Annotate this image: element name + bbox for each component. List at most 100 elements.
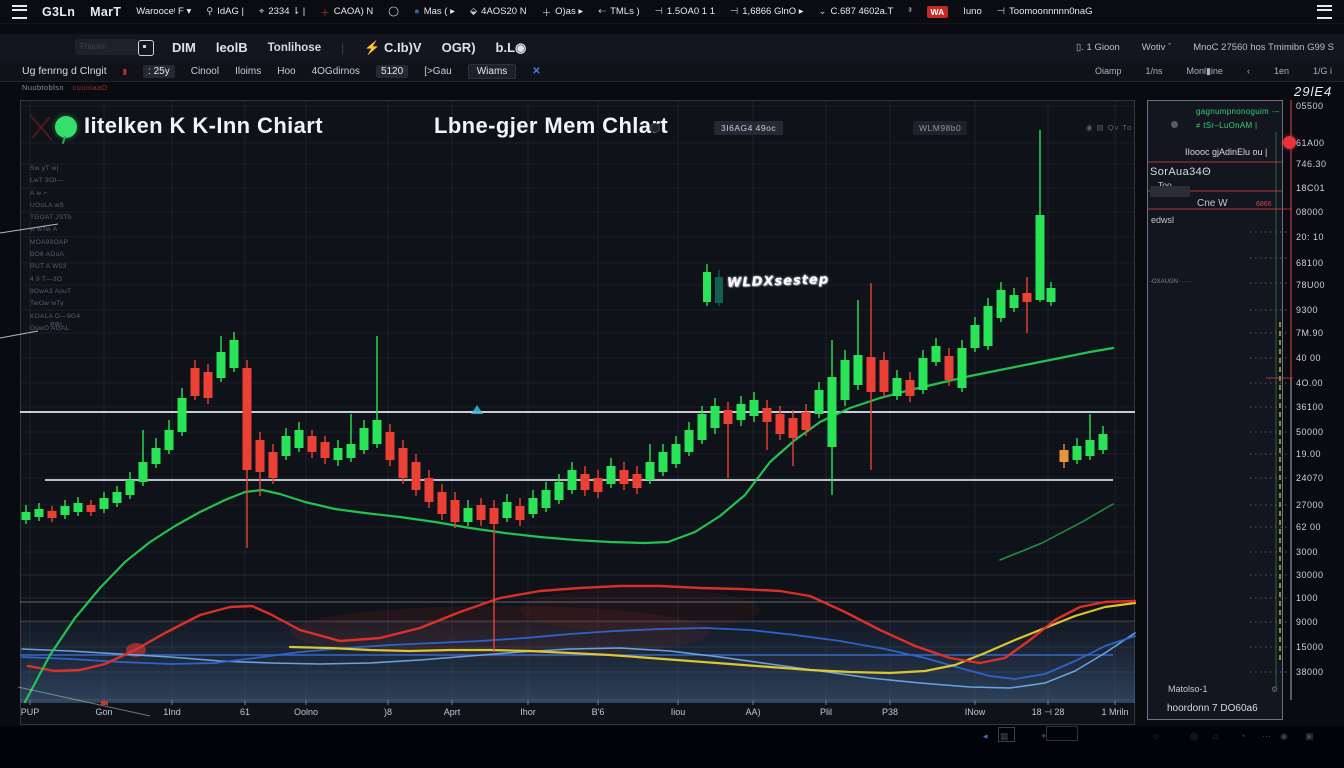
menu-item-label: O)as ▸ (555, 6, 583, 17)
x-axis-label: Oolno (294, 707, 318, 717)
menu-item[interactable]: Warooceᵎ F ▾ (136, 6, 191, 17)
menu-item[interactable]: ⊣1.5OA0 1 1 (655, 6, 715, 17)
menu-item[interactable]: Iuno (963, 6, 982, 17)
bottom-icon[interactable]: ▣ (1305, 731, 1314, 742)
price-label: 4O.00 (1296, 378, 1323, 388)
x-axis-label: 18 ⊣ 28 (1032, 707, 1065, 718)
tab-item[interactable]: : 25y (143, 65, 175, 78)
price-label: 20: 10 (1296, 232, 1324, 242)
chart-corner-controls[interactable]: ◉ ▤ Qv To (1086, 123, 1132, 132)
menu-icon: ⊣ (730, 6, 738, 17)
tab-right-item[interactable]: ‹ (1247, 66, 1250, 76)
sidebar-dot-icon (1171, 121, 1178, 128)
bottom-icon[interactable]: ◂ (983, 731, 988, 742)
toolbar-status-item[interactable]: Wotiv ˇ (1142, 42, 1171, 53)
menu-item[interactable]: WA (927, 6, 949, 18)
menu-item-label: MarT (90, 5, 121, 19)
tab-right-item[interactable]: 1en (1274, 66, 1289, 76)
menu-item[interactable]: ³ (908, 6, 911, 17)
tab-item[interactable]: Hoo (277, 66, 295, 77)
gear-icon[interactable]: ⚙ (1271, 685, 1278, 694)
bottom-icon[interactable]: ⋯ (1262, 731, 1271, 742)
bottom-icon[interactable]: ◉ (1280, 731, 1288, 742)
tab-item[interactable]: Wiams (468, 64, 517, 79)
search-icon[interactable] (138, 40, 154, 56)
sidebar-chip[interactable] (1150, 186, 1190, 197)
tab-item[interactable]: [>Gau (424, 66, 452, 77)
menu-item[interactable]: ⌄C.687 4602a.T (819, 6, 894, 17)
hamburger-menu-icon[interactable] (12, 5, 27, 19)
tab-right-item[interactable]: Monl▮ine (1186, 66, 1222, 77)
legend-row: UOoLA wS (30, 200, 80, 212)
menu-item-label: 1,6866 GlnO ▸ (742, 6, 803, 17)
title-dot-icon[interactable] (650, 123, 660, 133)
tab-item[interactable]: Ug fenrng d Clngit (22, 65, 107, 77)
tab-item[interactable]: 4OGdirnos (312, 66, 360, 77)
toolbar-status-item[interactable]: MnoC 27560 hos Tmimibn G99 S (1193, 42, 1334, 53)
menu-item[interactable]: ⊣ 1,6866 GlnO ▸ (730, 6, 804, 17)
menu-item[interactable]: MarT (90, 5, 121, 19)
x-axis-label: Gon (95, 707, 112, 717)
menu-item-label: WA (931, 6, 945, 18)
menu-item-label: C.687 4602a.T (831, 6, 894, 17)
x-axis-label: 1 Mriln (1101, 707, 1128, 717)
toolbar-item[interactable]: | (341, 41, 344, 55)
bottom-icon[interactable]: ⌂ (1213, 731, 1218, 741)
toolbar-item[interactable]: b.L◉ (496, 40, 527, 56)
price-label: 3000 (1296, 547, 1318, 557)
bottom-mini-box[interactable] (998, 727, 1015, 742)
main-chart-panel[interactable] (20, 100, 1135, 725)
app-root: G3Ln MarT Warooceᵎ F ▾ ⚲IdAG | ⌖2334 ⇂ | ＋CAO… (0, 0, 1344, 768)
menu-item[interactable]: G3Ln (42, 5, 75, 19)
legend-row: MOA99OAP (30, 237, 80, 249)
menu-item[interactable]: ⌖2334 ⇂ | (259, 6, 305, 17)
sidebar-bottom-label-2: hoordonn 7 DO60a6 (1167, 703, 1258, 714)
menu-item[interactable]: ◯ (388, 6, 399, 17)
tab-item[interactable]: 5120 (376, 65, 408, 78)
menu-item[interactable]: ＋O)as ▸ (542, 5, 584, 19)
menu-item[interactable]: ●Mas ( ▸ (414, 6, 455, 17)
bottom-icon[interactable]: ○ (1153, 731, 1158, 741)
menu-item[interactable]: ⬙4AOS20 N (470, 6, 527, 17)
tab-right-item[interactable]: Oiamp (1095, 66, 1122, 76)
x-axis-label: 61 (240, 707, 250, 717)
bottom-icon[interactable]: ◔ (1240, 731, 1245, 741)
legend-row: A w ⌐ (30, 188, 80, 200)
top-menu-items: G3Ln MarT Warooceᵎ F ▾ ⚲IdAG | ⌖2334 ⇂ | ＋CAO… (42, 5, 1093, 19)
toolbar-status-item[interactable]: ▯. 1 Gioon (1076, 42, 1120, 53)
breadcrumb: Nuubtoblsn cuuoiaaO (22, 83, 108, 92)
bottom-icon[interactable]: ◎ (1190, 731, 1198, 742)
top-menu-bar: G3Ln MarT Warooceᵎ F ▾ ⚲IdAG | ⌖2334 ⇂ | ＋CAO… (0, 0, 1344, 24)
right-hamburger-icon[interactable] (1317, 5, 1332, 19)
tab-right-item[interactable]: 1/G i (1313, 66, 1332, 76)
menu-item[interactable]: ＋CAOA) N (320, 5, 373, 19)
price-label: 78U00 (1296, 280, 1325, 290)
price-label: 1000 (1296, 593, 1318, 603)
menu-item[interactable]: ⚲IdAG | (206, 6, 244, 17)
tab-right-item[interactable]: 1/ns (1145, 66, 1162, 76)
toolbar-item[interactable]: OGR) (442, 40, 476, 55)
tab-close-icon[interactable]: ✕ (532, 66, 540, 77)
toolbar-item[interactable]: ⚡ C.Ib)V (364, 40, 421, 56)
menu-item[interactable]: ⊣Toomoonnnnn0naG (997, 6, 1093, 17)
toolbar-item[interactable]: Tonlihose (268, 42, 321, 54)
x-axis-label: P38 (882, 707, 898, 717)
toolbar-right-items: ▯. 1 Gioon Wotiv ˇ MnoC 27560 hos Tmimibn … (1076, 34, 1334, 61)
toolbar-item[interactable]: DIM (172, 40, 196, 55)
tab-item[interactable]: Iloims (235, 66, 261, 77)
search-input[interactable]: Fhuuim (75, 39, 138, 55)
menu-item-label: ◯ (388, 6, 399, 17)
sidebar-red-digits: 6866 (1256, 201, 1272, 208)
price-label: 68100 (1296, 258, 1324, 268)
breadcrumb-text: Nuubtoblsn (22, 83, 64, 92)
price-label: 7M.90 (1296, 328, 1324, 338)
bottom-mini-box-2[interactable] (1046, 726, 1078, 741)
tab-item[interactable]: Cinool (191, 66, 219, 77)
menu-icon: ⚲ (206, 6, 213, 17)
toolbar-item[interactable]: leolB (216, 40, 248, 55)
menu-item[interactable]: ⇠TMLs ) (598, 6, 640, 17)
tab-red-icon[interactable]: ▮ (123, 67, 127, 76)
price-label: 38000 (1296, 667, 1324, 677)
price-label: 9300 (1296, 305, 1318, 315)
current-price-dot (1283, 136, 1296, 149)
